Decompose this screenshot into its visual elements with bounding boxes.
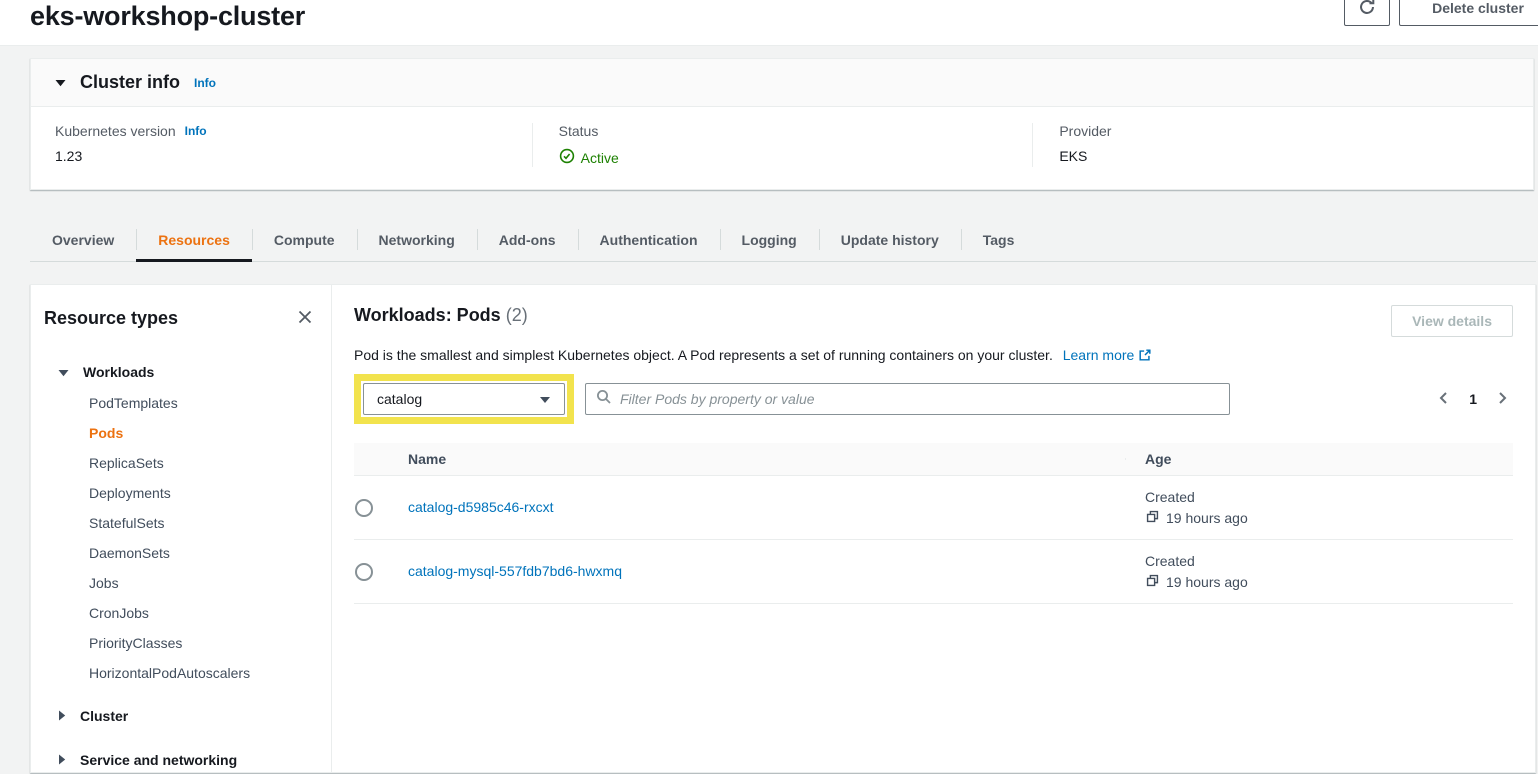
caret-down-icon [58, 364, 69, 380]
kubernetes-version-label: Kubernetes version [55, 123, 176, 139]
next-page-button[interactable] [1493, 389, 1511, 410]
status-badge: Active [559, 148, 1033, 167]
table-row: catalog-mysql-557fdb7bd6-hwxmq Created [354, 540, 1513, 604]
row-radio-button[interactable] [355, 563, 373, 581]
field-status: Status Active [532, 123, 1033, 167]
header-actions: Delete cluster [1344, 0, 1538, 26]
sidebar-item-podtemplates[interactable]: PodTemplates [44, 388, 317, 418]
refresh-icon [1358, 0, 1376, 19]
previous-page-button[interactable] [1435, 389, 1453, 410]
cluster-tabs: Overview Resources Compute Networking Ad… [30, 218, 1536, 262]
delete-cluster-button[interactable]: Delete cluster [1399, 0, 1538, 26]
tree-group-cluster[interactable]: Cluster [44, 700, 317, 732]
resources-card: Resource types Workloads PodTempla [30, 284, 1536, 773]
tab-tags[interactable]: Tags [961, 218, 1037, 261]
pods-table: Name Age catalog-d5985c46-rxcxt Created [354, 443, 1513, 604]
pod-age-cell: Created 19 hours ago [1125, 489, 1513, 527]
field-kubernetes-version: Kubernetes version Info 1.23 [31, 123, 532, 167]
search-icon [596, 389, 612, 410]
page: eks-workshop-cluster Delete cluster Clus… [0, 0, 1538, 773]
caret-right-icon [58, 708, 66, 724]
pod-name-link[interactable]: catalog-d5985c46-rxcxt [408, 499, 554, 515]
provider-label: Provider [1059, 123, 1533, 139]
pod-name-link[interactable]: catalog-mysql-557fdb7bd6-hwxmq [408, 563, 622, 579]
cluster-info-title: Cluster info [80, 72, 180, 93]
copy-icon[interactable] [1145, 573, 1160, 591]
pods-heading: Workloads: Pods (2) [354, 305, 528, 326]
sidebar-item-deployments[interactable]: Deployments [44, 478, 317, 508]
search-input[interactable] [620, 391, 1219, 407]
chevron-right-icon [1495, 391, 1509, 408]
namespace-filter-value: catalog [377, 391, 422, 407]
provider-value: EKS [1059, 148, 1533, 164]
collapse-caret-icon [55, 74, 66, 92]
age-column-header[interactable]: Age [1125, 451, 1513, 467]
tree-group-workloads[interactable]: Workloads [44, 356, 317, 388]
sidebar-item-cronjobs[interactable]: CronJobs [44, 598, 317, 628]
table-header-row: Name Age [354, 443, 1513, 476]
cluster-info-info-link[interactable]: Info [194, 76, 216, 90]
close-sidebar-button[interactable] [293, 305, 317, 332]
pagination: 1 [1435, 389, 1513, 410]
caret-right-icon [58, 752, 66, 768]
sidebar-item-replicasets[interactable]: ReplicaSets [44, 448, 317, 478]
status-label: Status [559, 123, 1033, 139]
tab-networking[interactable]: Networking [357, 218, 477, 261]
status-value: Active [581, 150, 619, 166]
tab-add-ons[interactable]: Add-ons [477, 218, 578, 261]
page-header: eks-workshop-cluster Delete cluster [0, 0, 1538, 46]
sidebar-item-jobs[interactable]: Jobs [44, 568, 317, 598]
resource-types-title: Resource types [44, 308, 178, 329]
current-page[interactable]: 1 [1469, 391, 1477, 407]
field-provider: Provider EKS [1032, 123, 1533, 167]
tab-compute[interactable]: Compute [252, 218, 357, 261]
chevron-down-icon [539, 391, 551, 407]
sidebar-item-pods[interactable]: Pods [44, 418, 317, 448]
sidebar-item-priorityclasses[interactable]: PriorityClasses [44, 628, 317, 658]
close-icon [297, 309, 313, 328]
tab-resources[interactable]: Resources [136, 218, 252, 261]
kubernetes-version-info-link[interactable]: Info [185, 124, 207, 138]
pods-count: (2) [506, 305, 528, 325]
pods-filter-search [585, 383, 1230, 415]
name-column-header[interactable]: Name [408, 451, 1125, 467]
sidebar-item-daemonsets[interactable]: DaemonSets [44, 538, 317, 568]
pods-description: Pod is the smallest and simplest Kuberne… [354, 347, 1513, 363]
status-check-icon [559, 148, 575, 167]
pod-age-cell: Created 19 hours ago [1125, 553, 1513, 591]
tab-update-history[interactable]: Update history [819, 218, 961, 261]
copy-icon[interactable] [1145, 509, 1160, 527]
view-details-button[interactable]: View details [1391, 305, 1513, 337]
namespace-filter-dropdown[interactable]: catalog [363, 383, 565, 415]
filter-row: catalog [354, 374, 1513, 424]
sidebar-item-horizontalpodautoscalers[interactable]: HorizontalPodAutoscalers [44, 658, 317, 688]
resource-tree: Workloads PodTemplates Pods ReplicaSets … [44, 356, 317, 773]
learn-more-link[interactable]: Learn more [1063, 347, 1153, 363]
sidebar-item-statefulsets[interactable]: StatefulSets [44, 508, 317, 538]
tree-group-service-and-networking[interactable]: Service and networking [44, 744, 317, 773]
delete-cluster-label: Delete cluster [1432, 0, 1524, 16]
tab-authentication[interactable]: Authentication [578, 218, 720, 261]
cluster-info-body: Kubernetes version Info 1.23 Status Acti… [31, 107, 1533, 189]
tab-overview[interactable]: Overview [30, 218, 136, 261]
kubernetes-version-value: 1.23 [55, 148, 532, 164]
external-link-icon [1134, 347, 1152, 363]
annotation-highlight: catalog [354, 374, 574, 424]
cluster-info-header[interactable]: Cluster info Info [31, 59, 1533, 107]
row-radio-button[interactable] [355, 499, 373, 517]
chevron-left-icon [1437, 391, 1451, 408]
pods-panel: Workloads: Pods (2) View details Pod is … [332, 285, 1535, 772]
page-title: eks-workshop-cluster [30, 0, 1538, 32]
tab-logging[interactable]: Logging [720, 218, 819, 261]
cluster-info-card: Cluster info Info Kubernetes version Inf… [30, 58, 1534, 190]
refresh-button[interactable] [1344, 0, 1390, 26]
resource-types-sidebar: Resource types Workloads PodTempla [31, 285, 332, 772]
table-row: catalog-d5985c46-rxcxt Created 19 hou [354, 476, 1513, 540]
